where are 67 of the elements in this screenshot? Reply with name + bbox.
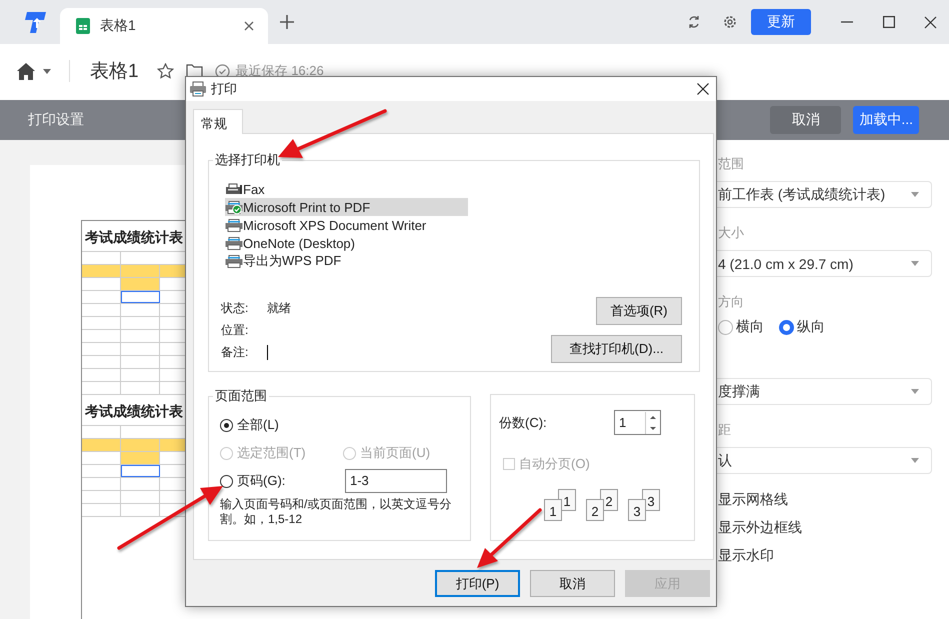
setting-dropdown[interactable]: 认 (717, 447, 932, 474)
sheet-icon (76, 18, 90, 34)
printer-action-button[interactable]: 查找打印机(D)... (551, 335, 682, 363)
maximize-icon[interactable] (883, 16, 895, 28)
info-value: 就绪 (267, 300, 291, 316)
default-printer-icon (225, 200, 243, 214)
copies-label: 份数(C): (499, 414, 548, 432)
setting-label: 大小 (717, 226, 745, 240)
document-title: 表格1 (90, 60, 139, 84)
sync-icon[interactable] (687, 15, 701, 29)
close-icon[interactable] (697, 83, 709, 95)
range-radio[interactable]: 页码(G): (220, 467, 343, 495)
printer-icon (225, 254, 243, 268)
page-sheet: 1 (544, 499, 562, 521)
document-tab[interactable]: 表格1 (60, 8, 268, 44)
info-label: 状态: (221, 300, 250, 316)
home-icon[interactable] (17, 62, 35, 80)
star-icon[interactable] (156, 63, 174, 79)
printer-action-button[interactable]: 首选项(R) (596, 297, 682, 325)
setting-label: 方向 (717, 295, 745, 309)
page-sheet: 3 (628, 499, 646, 521)
option-label[interactable]: 显示网格线 (717, 492, 788, 506)
cancel-button[interactable]: 取消 (770, 106, 842, 134)
dropdown-caret-icon[interactable] (911, 389, 919, 394)
tab-close-icon[interactable] (244, 21, 254, 31)
dropdown-caret-icon[interactable] (911, 458, 919, 463)
page-range-field[interactable]: 1-3 (345, 469, 447, 493)
dialog-title: 打印 (211, 80, 237, 98)
page-sheet: 2 (586, 499, 604, 521)
close-icon[interactable] (924, 16, 937, 28)
printer-icon (189, 81, 207, 97)
option-label[interactable]: 显示外边框线 (717, 520, 802, 534)
orientation-radio[interactable]: 横向 (718, 318, 764, 336)
setting-label: 范围 (717, 157, 745, 171)
setting-label: 距 (717, 423, 732, 437)
settings-icon[interactable] (723, 15, 737, 29)
option-label[interactable]: 显示水印 (717, 548, 774, 562)
radio-icon[interactable] (220, 474, 233, 488)
printer-icon (225, 218, 243, 232)
update-button[interactable]: 更新 (751, 9, 811, 35)
save-status: 最近保存 16:26 (236, 62, 324, 80)
dropdown-caret-icon[interactable] (911, 261, 919, 266)
range-hint: 输入页面号码和/或页面范围，以英文逗号分割。如，1,5-12 (219, 496, 452, 527)
printer-item[interactable]: 导出为WPS PDF (225, 252, 468, 270)
radio-icon[interactable] (220, 418, 233, 432)
copies-field[interactable]: 1 (614, 410, 661, 435)
printer-icon (225, 236, 243, 250)
dialog-button[interactable]: 打印(P) (435, 570, 520, 597)
new-tab-icon[interactable] (280, 15, 294, 29)
caret-icon[interactable] (43, 68, 51, 74)
loading-button[interactable]: 加载中... (853, 106, 919, 134)
print-settings-title: 打印设置 (28, 111, 84, 129)
info-label: 位置: (221, 322, 250, 338)
info-label: 备注: (221, 344, 250, 360)
setting-dropdown[interactable]: 4 (21.0 cm x 29.7 cm) (717, 250, 932, 277)
dropdown-caret-icon[interactable] (911, 192, 919, 197)
setting-dropdown[interactable]: 前工作表 (考试成绩统计表) (717, 181, 932, 208)
printer-item[interactable]: Microsoft Print to PDF (225, 198, 468, 216)
general-tab[interactable]: 常规 (193, 109, 243, 134)
orientation-radio[interactable]: 纵向 (779, 318, 825, 336)
app-logo-icon (23, 9, 49, 35)
group-title: 选择打印机 (214, 151, 281, 169)
printer-item[interactable]: Fax (225, 180, 468, 198)
annotation-arrow (477, 508, 542, 568)
setting-dropdown[interactable]: 度撑满 (717, 378, 932, 405)
fax-icon (225, 182, 243, 196)
dialog-button[interactable]: 取消 (530, 570, 615, 597)
